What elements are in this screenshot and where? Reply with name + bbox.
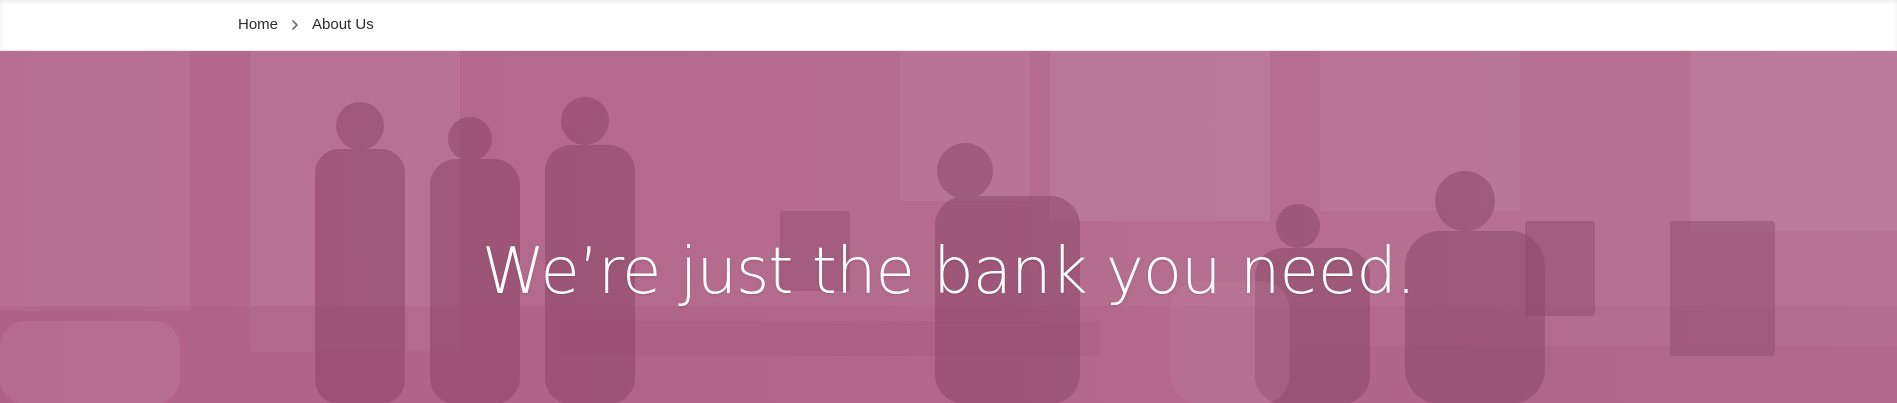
breadcrumb-home-link[interactable]: Home bbox=[238, 16, 278, 33]
chevron-right-icon-svg bbox=[292, 19, 298, 30]
hero-banner: We’re just the bank you need. bbox=[0, 51, 1897, 403]
top-bar: Home About Us bbox=[0, 0, 1897, 51]
breadcrumb: Home About Us bbox=[238, 16, 374, 33]
breadcrumb-current: About Us bbox=[312, 16, 374, 33]
hero-color-overlay bbox=[0, 51, 1897, 403]
chevron-right-icon bbox=[288, 18, 302, 32]
